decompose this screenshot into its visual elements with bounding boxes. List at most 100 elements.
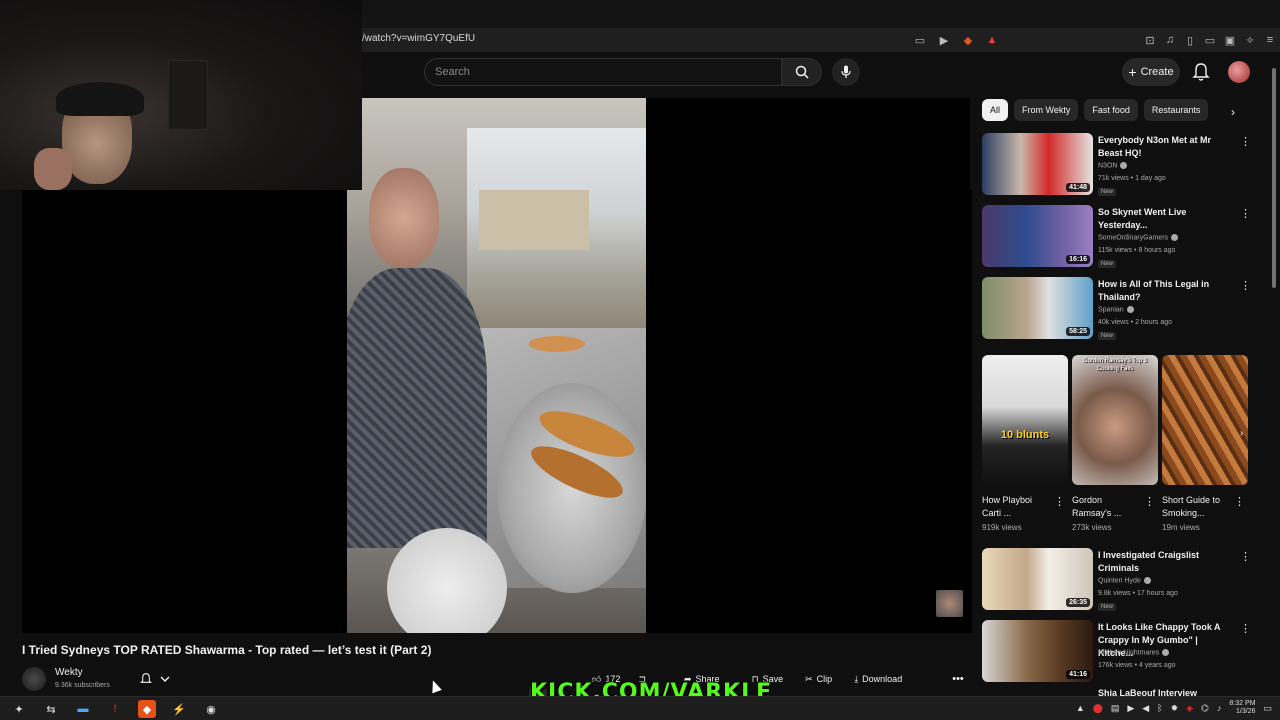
volume-icon[interactable]: ◀ — [1142, 703, 1149, 714]
subscription-notifications[interactable] — [140, 670, 186, 688]
chevron-right-icon[interactable]: › — [1226, 103, 1240, 121]
video-scene-person — [347, 268, 487, 548]
show-desktop-icon[interactable]: ▭ — [1263, 703, 1272, 714]
brave-shield-icon[interactable]: ◆ — [958, 28, 978, 52]
download-button[interactable]: ⤓ Download — [848, 669, 908, 689]
short-title[interactable]: Short Guide to Smoking... — [1162, 494, 1232, 520]
channel-name[interactable]: Kitchen Nightmares — [1098, 649, 1170, 656]
account-avatar[interactable] — [1228, 61, 1250, 83]
wallet-icon[interactable]: ▣ — [1220, 28, 1240, 52]
media-icon[interactable]: ▶ — [934, 28, 954, 52]
kebab-menu-icon[interactable]: ⋮ — [1234, 495, 1245, 508]
new-badge: New — [1098, 188, 1117, 196]
task-view-icon[interactable]: ⇆ — [42, 700, 60, 718]
tray-icon[interactable]: ▤ — [1111, 703, 1120, 714]
short-thumbnail[interactable]: 10 blunts — [982, 355, 1068, 485]
bluetooth-icon[interactable]: ᛒ — [1157, 703, 1162, 713]
kebab-menu-icon[interactable]: ⋮ — [1240, 207, 1251, 220]
bookmark-icon[interactable]: ⊡ — [1140, 28, 1160, 52]
short-title[interactable]: Gordon Ramsay's ... — [1072, 494, 1142, 520]
brave-rewards-icon[interactable]: ▲ — [982, 28, 1002, 52]
chip-restaurants[interactable]: Restaurants — [1143, 99, 1209, 121]
kebab-menu-icon[interactable]: ⋮ — [1144, 495, 1155, 508]
kebab-menu-icon[interactable]: ⋮ — [1054, 495, 1065, 508]
video-thumbnail[interactable]: 41:48 — [982, 133, 1093, 195]
extensions-icon[interactable]: ✧ — [1240, 28, 1260, 52]
video-title: I Tried Sydneys TOP RATED Shawarma - Top… — [22, 643, 432, 657]
split-view-icon[interactable]: ▭ — [1200, 28, 1220, 52]
channel-avatar[interactable] — [22, 667, 46, 691]
lightning-app-icon[interactable]: ⚡ — [170, 700, 188, 718]
recommendation-item[interactable]: 58:25 How is All of This Legal in Thaila… — [982, 277, 1252, 341]
video-title[interactable]: Everybody N3on Met at Mr Beast HQ! — [1098, 134, 1228, 160]
kebab-menu-icon[interactable]: ⋮ — [1240, 279, 1251, 292]
more-actions-button[interactable]: ••• — [948, 670, 968, 688]
video-duration: 41:16 — [1066, 670, 1090, 679]
channel-name[interactable]: Spanian — [1098, 306, 1134, 313]
music-icon[interactable]: ♫ — [1160, 28, 1180, 52]
video-thumbnail[interactable]: 58:25 — [982, 277, 1093, 339]
recommendation-item[interactable]: 26:35 I Investigated Craigslist Criminal… — [982, 548, 1252, 612]
speaker-icon[interactable]: ♪ — [1217, 703, 1222, 713]
page-scrollbar[interactable] — [1270, 60, 1278, 690]
chip-from-channel[interactable]: From Wekty — [1014, 99, 1079, 121]
short-thumbnail-text: Gordon Ramsay's Top 3 Cooking Fails — [1082, 358, 1148, 372]
channel-name[interactable]: Quinten Hyde — [1098, 577, 1151, 584]
shield-icon[interactable]: ◈ — [1186, 703, 1193, 714]
kebab-menu-icon[interactable]: ⋮ — [1240, 550, 1251, 563]
tray-app-icon[interactable]: ▲ — [1076, 703, 1085, 713]
address-bar[interactable]: /watch?v=wimGY7QuEfU — [362, 33, 475, 44]
video-title[interactable]: How is All of This Legal in Thailand? — [1098, 278, 1228, 304]
cast-icon[interactable]: ▭ — [910, 28, 930, 52]
app-red-icon[interactable]: ! — [106, 700, 124, 718]
sidebar-icon[interactable]: ▯ — [1180, 28, 1200, 52]
voice-search-button[interactable] — [832, 58, 860, 86]
brave-browser-icon[interactable]: ◆ — [138, 700, 156, 718]
menu-icon[interactable]: ≡ — [1260, 28, 1280, 52]
clock[interactable]: 8:32 PM 1/3/26 — [1229, 700, 1255, 716]
recommendation-item[interactable]: 16:16 So Skynet Went Live Yesterday... S… — [982, 205, 1252, 269]
chip-fast-food[interactable]: Fast food — [1084, 99, 1138, 121]
video-frame[interactable] — [347, 98, 646, 633]
recommendation-item[interactable]: 41:16 It Looks Like Chappy Took A Crappy… — [982, 620, 1252, 684]
network-icon[interactable]: ⌬ — [1201, 703, 1209, 714]
channel-name[interactable]: N3ON — [1098, 162, 1128, 169]
file-explorer-icon[interactable]: ▬ — [74, 700, 92, 718]
create-button[interactable]: + Create — [1122, 58, 1180, 86]
notifications-bell-icon[interactable] — [1192, 62, 1210, 82]
download-label: Download — [862, 674, 903, 684]
shorts-next-icon[interactable]: › — [1240, 428, 1254, 442]
tray-record-icon[interactable]: ⬤ — [1093, 703, 1103, 714]
obs-icon[interactable]: ◉ — [202, 700, 220, 718]
subscriber-count: 9.36k subscribers — [55, 682, 110, 689]
video-title[interactable]: So Skynet Went Live Yesterday... — [1098, 206, 1228, 232]
search-input[interactable]: Search — [424, 58, 782, 86]
channel-name[interactable]: Wekty — [55, 667, 83, 678]
next-recommendation-title[interactable]: Shia LaBeouf Interview — [1098, 689, 1248, 696]
search-button[interactable] — [782, 58, 822, 86]
scrollbar-thumb[interactable] — [1272, 68, 1276, 288]
short-thumbnail[interactable]: Gordon Ramsay's Top 3 Cooking Fails — [1072, 355, 1158, 485]
os-taskbar: ✦ ⇆ ▬ ! ◆ ⚡ ◉ ▲ ⬤ ▤ ▶ ◀ ᛒ ✹ ◈ ⌬ ♪ 8:32 P… — [0, 696, 1280, 720]
short-title[interactable]: How Playboi Carti ... — [982, 494, 1052, 520]
channel-watermark[interactable] — [936, 590, 963, 617]
short-thumbnail-text: 10 blunts — [1000, 429, 1050, 441]
bell-icon — [140, 673, 152, 683]
address-bar-actions: ▭ ▶ ◆ ▲ — [910, 28, 1002, 52]
video-thumbnail[interactable]: 16:16 — [982, 205, 1093, 267]
short-thumbnail[interactable] — [1162, 355, 1248, 485]
video-thumbnail[interactable]: 41:16 — [982, 620, 1093, 682]
settings-icon[interactable]: ✹ — [1171, 703, 1179, 714]
chip-all[interactable]: All — [982, 99, 1009, 121]
start-icon[interactable]: ✦ — [10, 700, 28, 718]
recommendation-item[interactable]: 41:48 Everybody N3on Met at Mr Beast HQ!… — [982, 133, 1252, 197]
channel-name[interactable]: SomeOrdinaryGamers — [1098, 234, 1179, 241]
video-thumbnail[interactable]: 26:35 — [982, 548, 1093, 610]
kebab-menu-icon[interactable]: ⋮ — [1240, 622, 1251, 635]
video-duration: 58:25 — [1066, 327, 1090, 336]
clip-button[interactable]: ✂ Clip — [799, 669, 838, 689]
kebab-menu-icon[interactable]: ⋮ — [1240, 135, 1251, 148]
video-title[interactable]: I Investigated Craigslist Criminals — [1098, 549, 1228, 575]
video-duration: 26:35 — [1066, 598, 1090, 607]
tray-play-icon[interactable]: ▶ — [1127, 703, 1134, 714]
